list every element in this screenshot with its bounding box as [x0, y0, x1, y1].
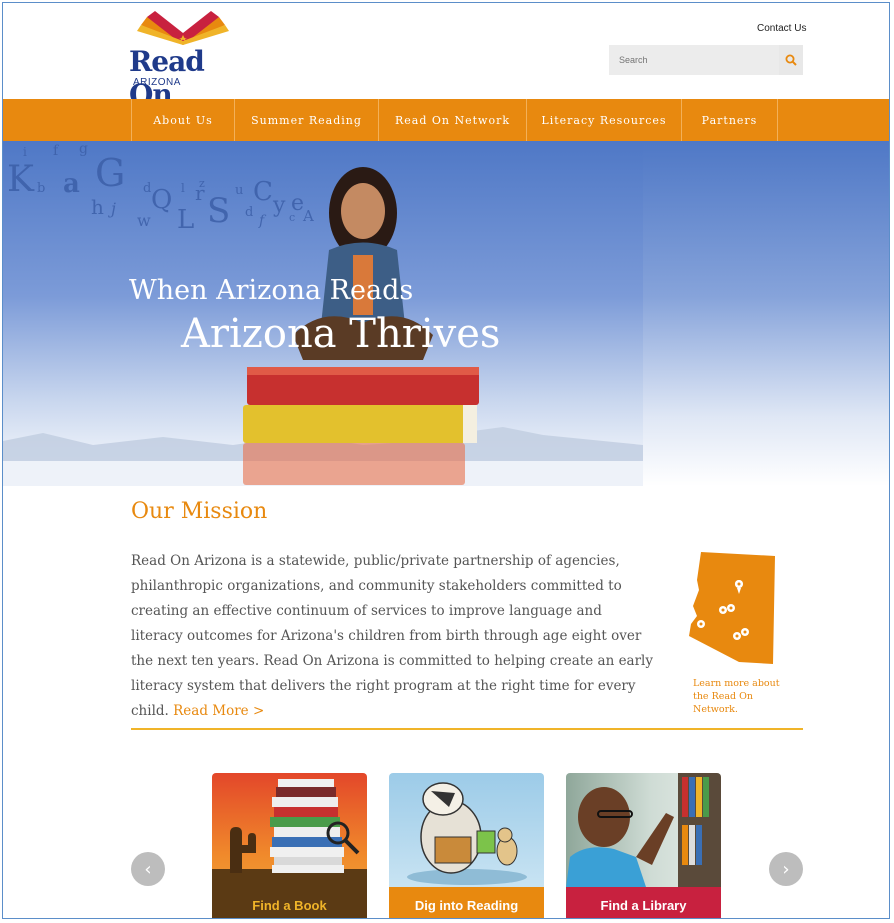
nav-item-literacy-resources[interactable]: Literacy Resources	[526, 99, 681, 141]
carousel-next-button[interactable]: ›	[769, 852, 803, 886]
mission-body: Read On Arizona is a statewide, public/p…	[131, 549, 656, 724]
tile-find-a-library[interactable]: Find a Library	[566, 773, 721, 918]
mission-heading: Our Mission	[131, 499, 268, 524]
search-icon	[785, 54, 797, 66]
map-caption-link[interactable]: Learn more about the Read On Network.	[693, 677, 793, 716]
hero-banner: K i b f a g G h j w d Q L l r z S u d C …	[3, 141, 643, 486]
tile-dig-into-reading[interactable]: Dig into Reading	[389, 773, 544, 918]
tile-label: Dig into Reading	[389, 887, 544, 918]
read-more-link[interactable]: Read More >	[173, 703, 264, 719]
tile-label: Find a Book	[212, 887, 367, 918]
arizona-map-icon[interactable]	[687, 550, 777, 665]
mission-body-text: Read On Arizona is a statewide, public/p…	[131, 553, 654, 719]
main-nav: About Us Summer Reading Read On Network …	[3, 99, 889, 141]
nav-item-partners[interactable]: Partners	[681, 99, 777, 141]
tile-label: Find a Library	[566, 887, 721, 918]
books-magnifier-image	[212, 779, 367, 887]
nav-item-summer-reading[interactable]: Summer Reading	[234, 99, 378, 141]
hero-tagline-2: Arizona Thrives	[181, 311, 501, 357]
tile-find-a-book[interactable]: Find a Book	[212, 773, 367, 918]
chevron-left-icon: ‹	[144, 858, 152, 880]
nav-divider	[777, 99, 889, 141]
badger-reading-image	[407, 782, 527, 885]
logo[interactable]: Read On ARIZONA	[129, 11, 239, 111]
search-input[interactable]	[609, 45, 779, 75]
logo-book-icon	[137, 11, 229, 45]
carousel-prev-button[interactable]: ‹	[131, 852, 165, 886]
page-frame: Read On ARIZONA Contact Us About Us Summ…	[2, 2, 890, 919]
nav-item-read-on-network[interactable]: Read On Network	[378, 99, 526, 141]
chevron-right-icon: ›	[782, 858, 790, 880]
section-divider	[131, 728, 803, 730]
nav-item-about-us[interactable]: About Us	[131, 99, 234, 141]
contact-us-link[interactable]: Contact Us	[757, 23, 806, 34]
logo-subtext: ARIZONA	[133, 77, 181, 88]
hero-background-right	[643, 141, 889, 486]
hero-tagline-1: When Arizona Reads	[129, 275, 414, 306]
search-button[interactable]	[779, 45, 803, 75]
boy-library-image	[566, 773, 721, 887]
